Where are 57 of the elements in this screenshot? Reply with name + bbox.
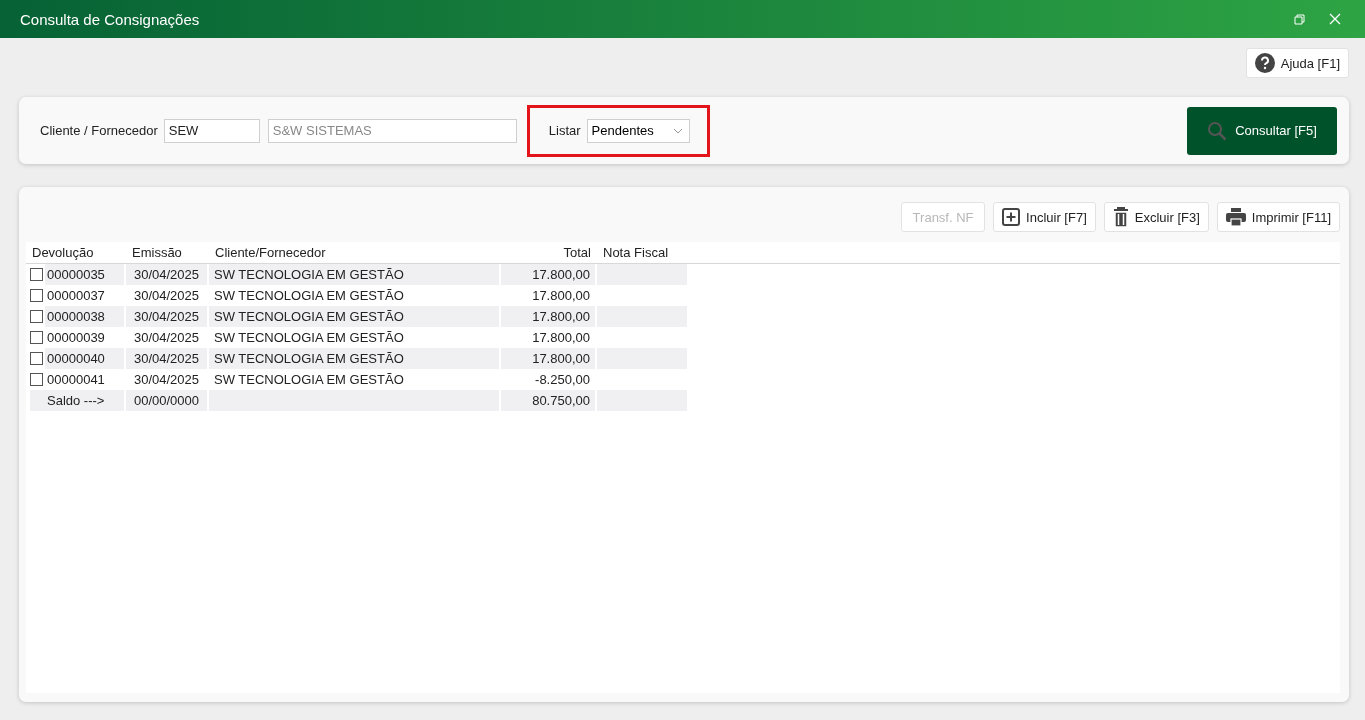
chevron-down-icon <box>672 127 683 134</box>
table-cell: 00000038 <box>45 306 124 327</box>
column-header: Total <box>562 244 592 262</box>
restore-icon <box>1293 13 1305 25</box>
plus-square-icon <box>1002 208 1021 226</box>
table-cell-text: 17.800,00 <box>531 287 591 305</box>
printer-icon <box>1225 208 1246 226</box>
column-header: Nota Fiscal <box>602 244 670 262</box>
row-checkbox[interactable] <box>30 373 43 386</box>
table-cell-text: 30/04/2025 <box>132 287 201 305</box>
table-cell-text: 00000037 <box>46 287 106 305</box>
toolbar-button[interactable]: Imprimir [F11] <box>1216 202 1340 232</box>
table-cell-text: 30/04/2025 <box>132 329 201 347</box>
table-cell: SW TECNOLOGIA EM GESTÃO <box>209 264 499 285</box>
client-name-field: S&W SISTEMAS <box>267 118 517 143</box>
toolbar-button[interactable]: Excluir [F3] <box>1103 202 1209 232</box>
table-cell: 00000040 <box>45 348 124 369</box>
list-dropdown[interactable]: Pendentes <box>586 118 690 143</box>
column-header: Devolução <box>31 244 95 262</box>
trash-icon <box>1112 207 1129 227</box>
table-cell: 17.800,00 <box>501 264 595 285</box>
row-checkbox[interactable] <box>30 289 43 302</box>
window-title: Consulta de Consignações <box>20 10 201 28</box>
list-label: Listar <box>548 123 581 138</box>
table-cell: 30/04/2025 <box>126 306 207 327</box>
table-cell-text: 00000039 <box>46 329 106 347</box>
table-cell: 30/04/2025 <box>126 348 207 369</box>
table-cell: 17.800,00 <box>501 348 595 369</box>
table-cell-text: SW TECNOLOGIA EM GESTÃO <box>213 329 405 347</box>
table-cell: 00000035 <box>45 264 124 285</box>
table-cell-text: -8.250,00 <box>534 371 591 389</box>
client-label: Cliente / Fornecedor <box>40 123 158 138</box>
table-cell-text: 00000041 <box>46 371 106 389</box>
table-cell: 00/00/0000 <box>126 390 207 411</box>
row-checkbox[interactable] <box>30 310 43 323</box>
toolbar-button[interactable]: Incluir [F7] <box>993 202 1096 232</box>
table-cell-text: SW TECNOLOGIA EM GESTÃO <box>213 371 405 389</box>
row-checkbox[interactable] <box>30 331 43 344</box>
row-checkbox[interactable] <box>30 352 43 365</box>
row-checkbox[interactable] <box>30 268 43 281</box>
table-cell: 30/04/2025 <box>126 264 207 285</box>
table-cell: Saldo ---> <box>30 390 124 411</box>
table-cell-text: 30/04/2025 <box>132 371 201 389</box>
column-header: Emissão <box>131 244 183 262</box>
table-cell: 17.800,00 <box>501 306 595 327</box>
search-button[interactable]: Consultar [F5] <box>1187 106 1337 155</box>
table-cell-text: SW TECNOLOGIA EM GESTÃO <box>213 287 405 305</box>
column-header: Cliente/Fornecedor <box>214 244 327 262</box>
client-code-field[interactable]: SEW <box>163 118 260 143</box>
help-icon <box>1254 53 1275 73</box>
table-cell-text: 17.800,00 <box>531 329 591 347</box>
table-cell: 80.750,00 <box>501 390 595 411</box>
close-icon <box>1329 13 1341 25</box>
table-cell: SW TECNOLOGIA EM GESTÃO <box>209 306 499 327</box>
help-button[interactable]: Ajuda [F1] <box>1245 48 1349 78</box>
table-cell: SW TECNOLOGIA EM GESTÃO <box>209 348 499 369</box>
search-icon <box>1207 120 1228 141</box>
